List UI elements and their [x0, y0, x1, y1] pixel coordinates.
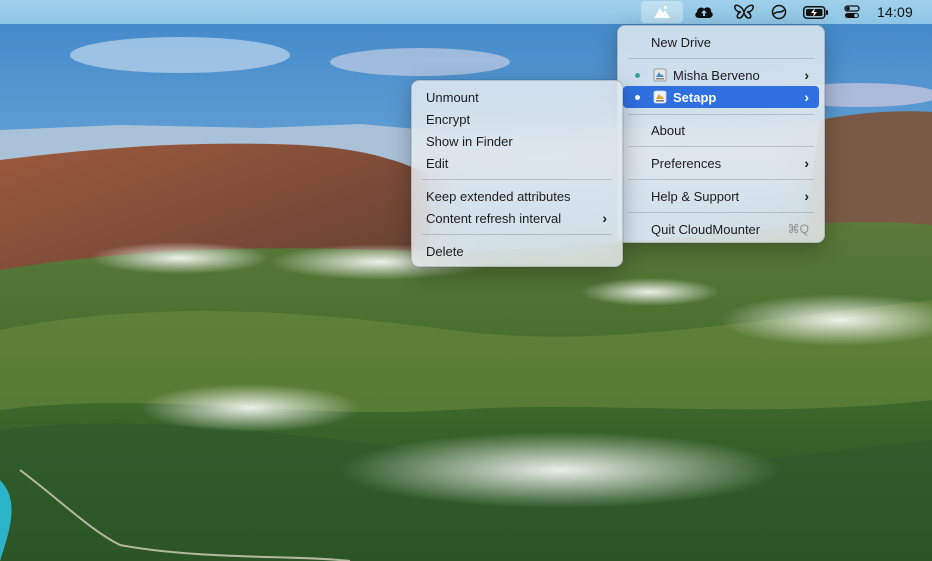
drive-icon — [653, 90, 667, 104]
cloudmounter-icon — [654, 6, 670, 18]
battery-menu-icon[interactable] — [801, 0, 831, 24]
steer-icon — [771, 4, 787, 20]
content-refresh-interval-label: Content refresh interval — [426, 210, 562, 226]
show-in-finder-label: Show in Finder — [426, 133, 513, 149]
separator — [628, 146, 814, 147]
separator — [628, 212, 814, 213]
chevron-right-icon: › — [602, 210, 607, 226]
drive-submenu: Unmount Encrypt Show in Finder Edit Keep… — [411, 80, 623, 267]
menu-bar-clock[interactable]: 14:09 — [872, 0, 918, 24]
steer-menu-icon[interactable] — [766, 0, 792, 24]
drive-item-misha-berveno[interactable]: Misha Berveno › — [623, 64, 819, 86]
encrypt-label: Encrypt — [426, 111, 471, 127]
menu-bar: 14:09 — [0, 0, 932, 24]
separator — [628, 58, 814, 59]
drive-item-setapp[interactable]: Setapp › — [623, 86, 819, 108]
edit-label: Edit — [426, 155, 449, 171]
chevron-right-icon: › — [804, 155, 809, 171]
quit-item[interactable]: Quit CloudMounter ⌘Q — [623, 218, 819, 240]
unmount-item[interactable]: Unmount — [417, 86, 617, 108]
chevron-right-icon: › — [804, 188, 809, 204]
butterfly-icon — [734, 4, 754, 19]
new-drive-label: New Drive — [651, 34, 711, 50]
status-dot — [635, 72, 640, 78]
chevron-right-icon: › — [804, 67, 809, 83]
unmount-label: Unmount — [426, 89, 479, 105]
preferences-label: Preferences — [651, 155, 722, 171]
about-label: About — [651, 122, 685, 138]
cloud-upload-icon — [695, 7, 713, 18]
cloudmounter-menu-icon[interactable] — [641, 1, 683, 23]
status-dot — [635, 94, 640, 100]
new-drive-item[interactable]: New Drive — [623, 31, 819, 53]
show-in-finder-item[interactable]: Show in Finder — [417, 130, 617, 152]
quit-label: Quit CloudMounter — [651, 221, 761, 237]
content-refresh-interval-item[interactable]: Content refresh interval › — [417, 207, 617, 229]
encrypt-item[interactable]: Encrypt — [417, 108, 617, 130]
control-center-menu-icon[interactable] — [838, 0, 866, 24]
edit-item[interactable]: Edit — [417, 152, 617, 174]
drive-icon — [653, 68, 667, 82]
about-item[interactable]: About — [623, 119, 819, 141]
quit-shortcut: ⌘Q — [787, 222, 809, 236]
keep-extended-attributes-label: Keep extended attributes — [426, 188, 571, 204]
help-support-item[interactable]: Help & Support › — [623, 185, 819, 207]
cloud-upload-menu-icon[interactable] — [690, 0, 718, 24]
cloudmounter-menu: New Drive Misha Berveno › Setapp › About… — [617, 25, 825, 243]
separator — [422, 234, 612, 235]
delete-item[interactable]: Delete — [417, 240, 617, 262]
preferences-item[interactable]: Preferences › — [623, 152, 819, 174]
keep-extended-attributes-item[interactable]: Keep extended attributes — [417, 185, 617, 207]
separator — [628, 179, 814, 180]
help-support-label: Help & Support — [651, 188, 740, 204]
delete-label: Delete — [426, 243, 464, 259]
drive-label: Setapp — [673, 89, 717, 105]
control-center-icon — [844, 5, 860, 18]
separator — [422, 179, 612, 180]
battery-charging-icon — [803, 5, 828, 19]
separator — [628, 114, 814, 115]
butterfly-menu-icon[interactable] — [730, 0, 758, 24]
drive-label: Misha Berveno — [673, 67, 760, 83]
chevron-right-icon: › — [804, 89, 809, 105]
